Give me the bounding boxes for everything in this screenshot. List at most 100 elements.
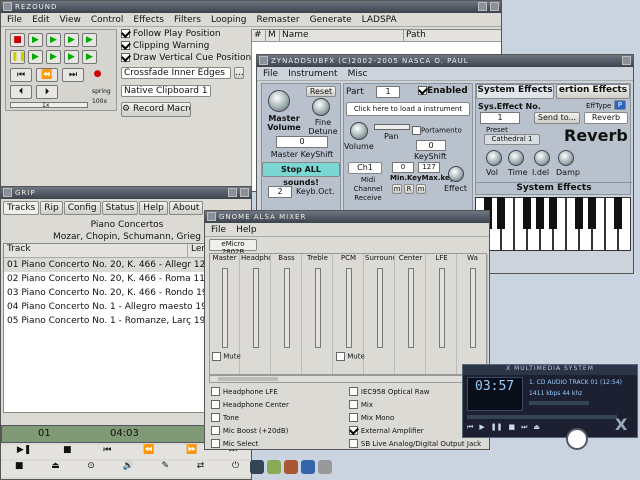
follow-play-checkbox[interactable] bbox=[121, 29, 130, 38]
piano-black-key[interactable] bbox=[614, 197, 622, 229]
switch-checkbox[interactable] bbox=[349, 439, 358, 448]
vol-knob[interactable] bbox=[486, 150, 502, 166]
load-instrument-button[interactable]: Click here to load a instrument bbox=[346, 102, 470, 116]
menu-file[interactable]: File bbox=[7, 14, 22, 25]
menu-generate[interactable]: Generate bbox=[310, 14, 352, 25]
clipping-warning-option[interactable]: Clipping Warning bbox=[121, 41, 251, 53]
eject-icon[interactable]: ⏏ bbox=[533, 423, 540, 432]
switch-checkbox[interactable] bbox=[211, 426, 220, 435]
tab-status[interactable]: Status bbox=[101, 201, 139, 215]
clock-icon[interactable] bbox=[566, 428, 588, 450]
play-skip-icon[interactable]: ▶ bbox=[28, 50, 43, 64]
prev-cue-icon[interactable]: ⏴ bbox=[10, 85, 32, 99]
menu-file[interactable]: File bbox=[263, 68, 278, 79]
menu-ladspa[interactable]: LADSPA bbox=[362, 14, 397, 25]
clipping-warning-checkbox[interactable] bbox=[121, 41, 130, 50]
rewind-start-icon[interactable]: ⏮ bbox=[10, 68, 32, 82]
minimize-icon[interactable] bbox=[228, 188, 237, 197]
follow-play-option[interactable]: Follow Play Position bbox=[121, 29, 251, 41]
menu-view[interactable]: View bbox=[60, 14, 81, 25]
tab-config[interactable]: Config bbox=[63, 201, 101, 215]
switch-checkbox[interactable] bbox=[349, 400, 358, 409]
effect-knob[interactable] bbox=[448, 166, 464, 182]
stop-icon[interactable]: ■ bbox=[63, 445, 72, 459]
eject-icon[interactable]: ⏏ bbox=[51, 461, 60, 477]
pause-icon[interactable]: ❚❚ bbox=[10, 50, 26, 64]
reset-button[interactable]: Reset bbox=[306, 86, 336, 97]
keyb-oct-spinner[interactable]: 2 bbox=[268, 186, 292, 198]
play-end-icon[interactable]: ▶ bbox=[82, 50, 97, 64]
menu-control[interactable]: Control bbox=[91, 14, 124, 25]
tab-insertion-effects[interactable]: ertion Effects bbox=[556, 84, 630, 99]
mixer-scrollbar[interactable] bbox=[209, 375, 487, 383]
dock-app-icon[interactable] bbox=[301, 460, 315, 474]
close-icon[interactable] bbox=[490, 2, 499, 11]
portamento-checkbox[interactable] bbox=[412, 126, 421, 135]
col-name[interactable]: Name bbox=[280, 30, 404, 41]
crossfade-select[interactable]: Crossfade Inner Edges bbox=[121, 67, 231, 79]
enabled-checkbox[interactable] bbox=[418, 86, 427, 95]
stop-record-icon[interactable]: ● bbox=[90, 68, 105, 82]
edit-icon[interactable]: ✎ bbox=[161, 461, 169, 477]
dock-app-icon[interactable] bbox=[250, 460, 264, 474]
tab-help[interactable]: Help bbox=[139, 201, 168, 215]
play-pause-icon[interactable]: ▶ bbox=[46, 50, 61, 64]
cd-settings-icon[interactable]: ⊙ bbox=[87, 461, 95, 477]
zyn-titlebar[interactable]: ZYNADDSUBFX (C)2002-2005 NASCA O. PAUL bbox=[257, 55, 633, 67]
draw-cue-option[interactable]: Draw Vertical Cue Positions bbox=[121, 53, 251, 65]
menu-remaster[interactable]: Remaster bbox=[256, 14, 299, 25]
close-icon[interactable] bbox=[240, 188, 249, 197]
next-icon[interactable]: ⏭ bbox=[521, 423, 527, 432]
portamento-toggle[interactable]: Portamento bbox=[412, 126, 462, 135]
menu-misc[interactable]: Misc bbox=[348, 68, 368, 79]
device-tab[interactable]: eMicro 2802B bbox=[209, 239, 257, 256]
record-icon[interactable]: ■ bbox=[10, 33, 25, 47]
volume-fader[interactable] bbox=[315, 268, 321, 348]
switch-checkbox[interactable] bbox=[349, 426, 358, 435]
efftype-select[interactable]: Reverb bbox=[584, 112, 628, 124]
close-icon[interactable] bbox=[622, 56, 631, 65]
switch-checkbox[interactable] bbox=[211, 387, 220, 396]
switch-mic-select[interactable]: Mic Select bbox=[211, 439, 341, 449]
switch-tone[interactable]: Tone bbox=[211, 413, 341, 426]
window-menu-icon[interactable] bbox=[207, 212, 216, 221]
xmms-seek-bar[interactable] bbox=[467, 415, 617, 419]
play-loop-icon[interactable]: ▶ bbox=[46, 33, 61, 47]
prev-track-icon[interactable]: ⏮ bbox=[103, 445, 111, 459]
volume-icon[interactable]: 🔊 bbox=[123, 461, 134, 477]
rezound-titlebar[interactable]: REZOUND bbox=[1, 1, 501, 13]
volume-fader[interactable] bbox=[408, 268, 414, 348]
switch-checkbox[interactable] bbox=[349, 387, 358, 396]
col-track[interactable]: Track bbox=[4, 244, 188, 257]
switch-checkbox[interactable] bbox=[349, 413, 358, 422]
efftype-p-button[interactable]: P bbox=[614, 100, 626, 110]
stop-all-button[interactable]: Stop ALL sounds! bbox=[262, 162, 340, 187]
rewind-icon[interactable]: ⏪ bbox=[143, 445, 154, 459]
piano-black-key[interactable] bbox=[588, 197, 596, 229]
play-pause-icon[interactable]: ▶❚ bbox=[17, 445, 31, 459]
piano-black-key[interactable] bbox=[497, 197, 505, 229]
time-knob[interactable] bbox=[508, 150, 524, 166]
tab-rip[interactable]: Rip bbox=[40, 201, 63, 215]
max-key-set-button[interactable]: m bbox=[416, 184, 426, 194]
menu-looping[interactable]: Looping bbox=[211, 14, 247, 25]
send-to-button[interactable]: Send to... bbox=[534, 112, 580, 124]
menu-help[interactable]: Help bbox=[236, 224, 257, 235]
zyn-keyshift-spinner[interactable]: 0 bbox=[416, 140, 446, 151]
piano-black-key[interactable] bbox=[575, 197, 583, 229]
volume-knob[interactable] bbox=[350, 122, 368, 140]
crossfade-more-button[interactable]: … bbox=[233, 67, 244, 79]
window-menu-icon[interactable] bbox=[3, 2, 12, 11]
volume-fader[interactable] bbox=[377, 268, 383, 348]
tab-about[interactable]: About bbox=[168, 201, 204, 215]
window-menu-icon[interactable] bbox=[3, 188, 12, 197]
play-icon[interactable]: ▶ bbox=[479, 423, 484, 432]
piano-black-key[interactable] bbox=[523, 197, 531, 229]
menu-filters[interactable]: Filters bbox=[174, 14, 201, 25]
piano-black-key[interactable] bbox=[536, 197, 544, 229]
switch-mic-boost[interactable]: Mic Boost (+20dB) bbox=[211, 426, 341, 439]
switch-checkbox[interactable] bbox=[211, 413, 220, 422]
volume-fader[interactable] bbox=[253, 268, 259, 348]
forward-end-icon[interactable]: ⏭ bbox=[62, 68, 84, 82]
fast-forward-icon[interactable]: ⏩ bbox=[186, 445, 197, 459]
